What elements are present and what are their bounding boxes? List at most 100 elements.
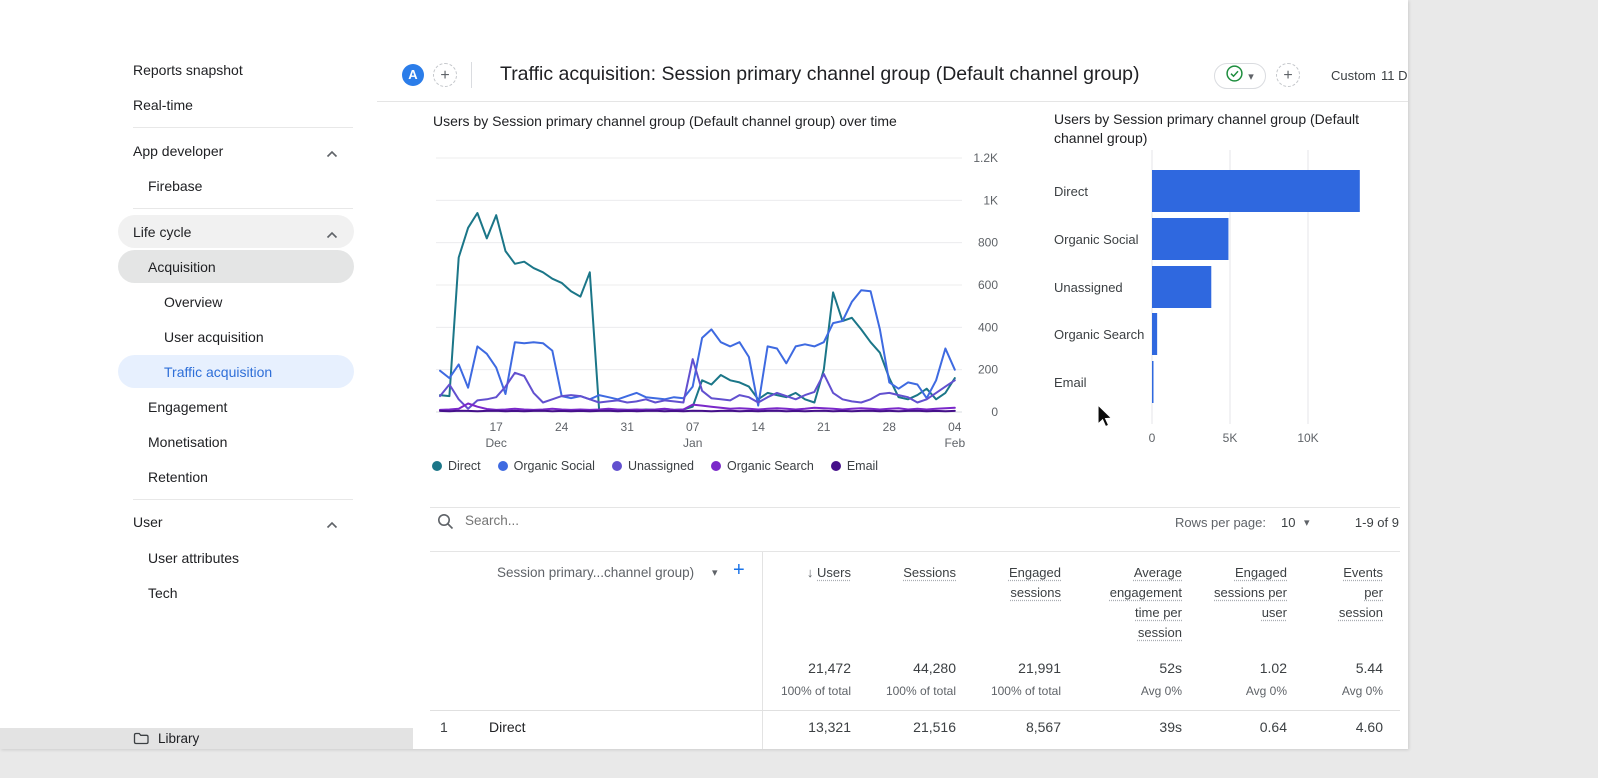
bar-category-label: Unassigned: [1054, 280, 1123, 295]
date-range-type[interactable]: Custom: [1331, 68, 1376, 83]
x-axis-tick: 07: [686, 420, 700, 434]
series-line-organic-social: [440, 290, 955, 405]
x-axis-tick: 31: [621, 420, 635, 434]
row-engaged-sessions: 8,567: [941, 719, 1061, 735]
series-line-organic-search: [440, 404, 955, 410]
x-axis-tick: 5K: [1223, 431, 1238, 445]
header-bottom-divider: [377, 101, 1408, 102]
row-sessions: 21,516: [836, 719, 956, 735]
column-header-engaged-sessions[interactable]: Engaged sessions: [971, 563, 1061, 603]
search-icon[interactable]: [437, 513, 455, 536]
sidebar-divider: [133, 208, 353, 209]
bar-category-label: Organic Search: [1054, 327, 1144, 342]
total-events-per-session: 5.44: [1263, 660, 1383, 676]
column-header-events-per-session[interactable]: Events per session: [1323, 563, 1383, 623]
chevron-up-icon[interactable]: [326, 226, 338, 244]
add-collaborator-button[interactable]: +: [433, 63, 457, 87]
chevron-down-icon: ▾: [1248, 70, 1254, 83]
sort-desc-icon: ↓: [807, 565, 814, 580]
sidebar-section-user[interactable]: User: [133, 510, 163, 534]
bar-category-label: Organic Social: [1054, 232, 1139, 247]
table-header-top-divider: [430, 551, 1400, 552]
dimension-header[interactable]: Session primary...channel group): [497, 565, 694, 580]
y-axis-tick: 800: [978, 236, 998, 250]
sidebar-item-user-acquisition[interactable]: User acquisition: [164, 325, 264, 349]
pagination-status: 1-9 of 9: [1319, 515, 1399, 530]
y-axis-tick: 1.2K: [973, 151, 998, 165]
bar-direct[interactable]: [1152, 170, 1360, 212]
line-chart: 1.2K1K800600400200017Dec243107Jan1421280…: [428, 140, 1006, 458]
legend-item[interactable]: Direct: [432, 459, 481, 473]
x-axis-tick: 24: [555, 420, 569, 434]
y-axis-tick: 1K: [983, 193, 998, 207]
legend-item[interactable]: Organic Search: [711, 459, 814, 473]
column-header-avg-engagement-time[interactable]: Average engagement time per session: [1092, 563, 1182, 643]
sidebar-section-app-developer[interactable]: App developer: [133, 139, 223, 163]
sidebar-divider: [133, 499, 353, 500]
row-dimension: Direct: [489, 719, 689, 735]
sidebar-divider: [133, 127, 353, 128]
date-range-value[interactable]: 11 D: [1381, 68, 1408, 83]
bar-organic-search[interactable]: [1152, 313, 1157, 355]
legend-label: Direct: [448, 459, 481, 473]
x-axis-tick: 10K: [1297, 431, 1318, 445]
x-axis-tick-sub: Jan: [683, 436, 702, 450]
chevron-down-icon[interactable]: ▾: [712, 566, 718, 579]
x-axis-tick-sub: Feb: [944, 436, 965, 450]
report-saved-status[interactable]: ▾: [1214, 63, 1266, 89]
total-engaged-sessions: 21,991: [941, 660, 1061, 676]
sidebar-item-retention[interactable]: Retention: [148, 465, 208, 489]
mouse-cursor: [1094, 404, 1116, 430]
total-sessions: 44,280: [836, 660, 956, 676]
total-avg-engagement-time: 52s: [1062, 660, 1182, 676]
sidebar-item-firebase[interactable]: Firebase: [148, 174, 202, 198]
legend-label: Organic Social: [514, 459, 595, 473]
total-engaged-sessions-sub: 100% of total: [941, 684, 1061, 698]
sidebar-item-real-time[interactable]: Real-time: [133, 93, 193, 117]
analytics-app-window: Reports snapshot Real-time App developer…: [0, 0, 1408, 749]
total-sessions-sub: 100% of total: [836, 684, 956, 698]
sidebar-item-overview[interactable]: Overview: [164, 290, 222, 314]
total-users-sub: 100% of total: [731, 684, 851, 698]
total-users: 21,472: [731, 660, 851, 676]
rows-per-page-select[interactable]: 10: [1281, 515, 1295, 530]
search-input[interactable]: [463, 512, 787, 529]
rows-per-page-label: Rows per page:: [1136, 515, 1266, 530]
page-title: Traffic acquisition: Session primary cha…: [500, 63, 1140, 86]
sidebar-item-traffic-acquisition[interactable]: Traffic acquisition: [164, 360, 272, 384]
bar-email[interactable]: [1152, 361, 1154, 403]
chevron-up-icon[interactable]: [326, 145, 338, 163]
add-report-button[interactable]: +: [1276, 63, 1300, 87]
column-header-engaged-sessions-per-user[interactable]: Engaged sessions per user: [1207, 563, 1287, 623]
sidebar-item-user-attributes[interactable]: User attributes: [148, 546, 239, 570]
chevron-down-icon[interactable]: ▾: [1304, 516, 1310, 529]
sidebar-item-monetisation[interactable]: Monetisation: [148, 430, 227, 454]
sidebar-item-acquisition[interactable]: Acquisition: [148, 255, 216, 279]
sidebar-item-tech[interactable]: Tech: [148, 581, 178, 605]
legend-item[interactable]: Organic Social: [498, 459, 595, 473]
row-events-per-session: 4.60: [1263, 719, 1383, 735]
total-events-per-session-sub: Avg 0%: [1263, 684, 1383, 698]
chart-legend: Direct Organic Social Unassigned Organic Se…: [432, 459, 878, 473]
y-axis-tick: 400: [978, 320, 998, 334]
folder-icon: [133, 732, 149, 750]
sidebar-section-life-cycle[interactable]: Life cycle: [133, 220, 191, 244]
y-axis-tick: 200: [978, 363, 998, 377]
bar-organic-social[interactable]: [1152, 218, 1228, 260]
legend-item[interactable]: Email: [831, 459, 878, 473]
avatar[interactable]: A: [402, 64, 424, 86]
legend-label: Email: [847, 459, 878, 473]
x-axis-tick: 21: [817, 420, 831, 434]
column-header-users[interactable]: ↓ Users: [741, 563, 851, 583]
total-avg-engagement-time-sub: Avg 0%: [1062, 684, 1182, 698]
sidebar-item-engagement[interactable]: Engagement: [148, 395, 227, 419]
bar-unassigned[interactable]: [1152, 266, 1211, 308]
legend-dot-icon: [432, 461, 442, 471]
legend-label: Organic Search: [727, 459, 814, 473]
legend-item[interactable]: Unassigned: [612, 459, 694, 473]
column-header-sessions[interactable]: Sessions: [846, 563, 956, 583]
sidebar-item-reports-snapshot[interactable]: Reports snapshot: [133, 58, 243, 82]
chevron-up-icon[interactable]: [326, 516, 338, 534]
library-row[interactable]: Library: [0, 728, 413, 749]
row-avg-engagement-time: 39s: [1062, 719, 1182, 735]
